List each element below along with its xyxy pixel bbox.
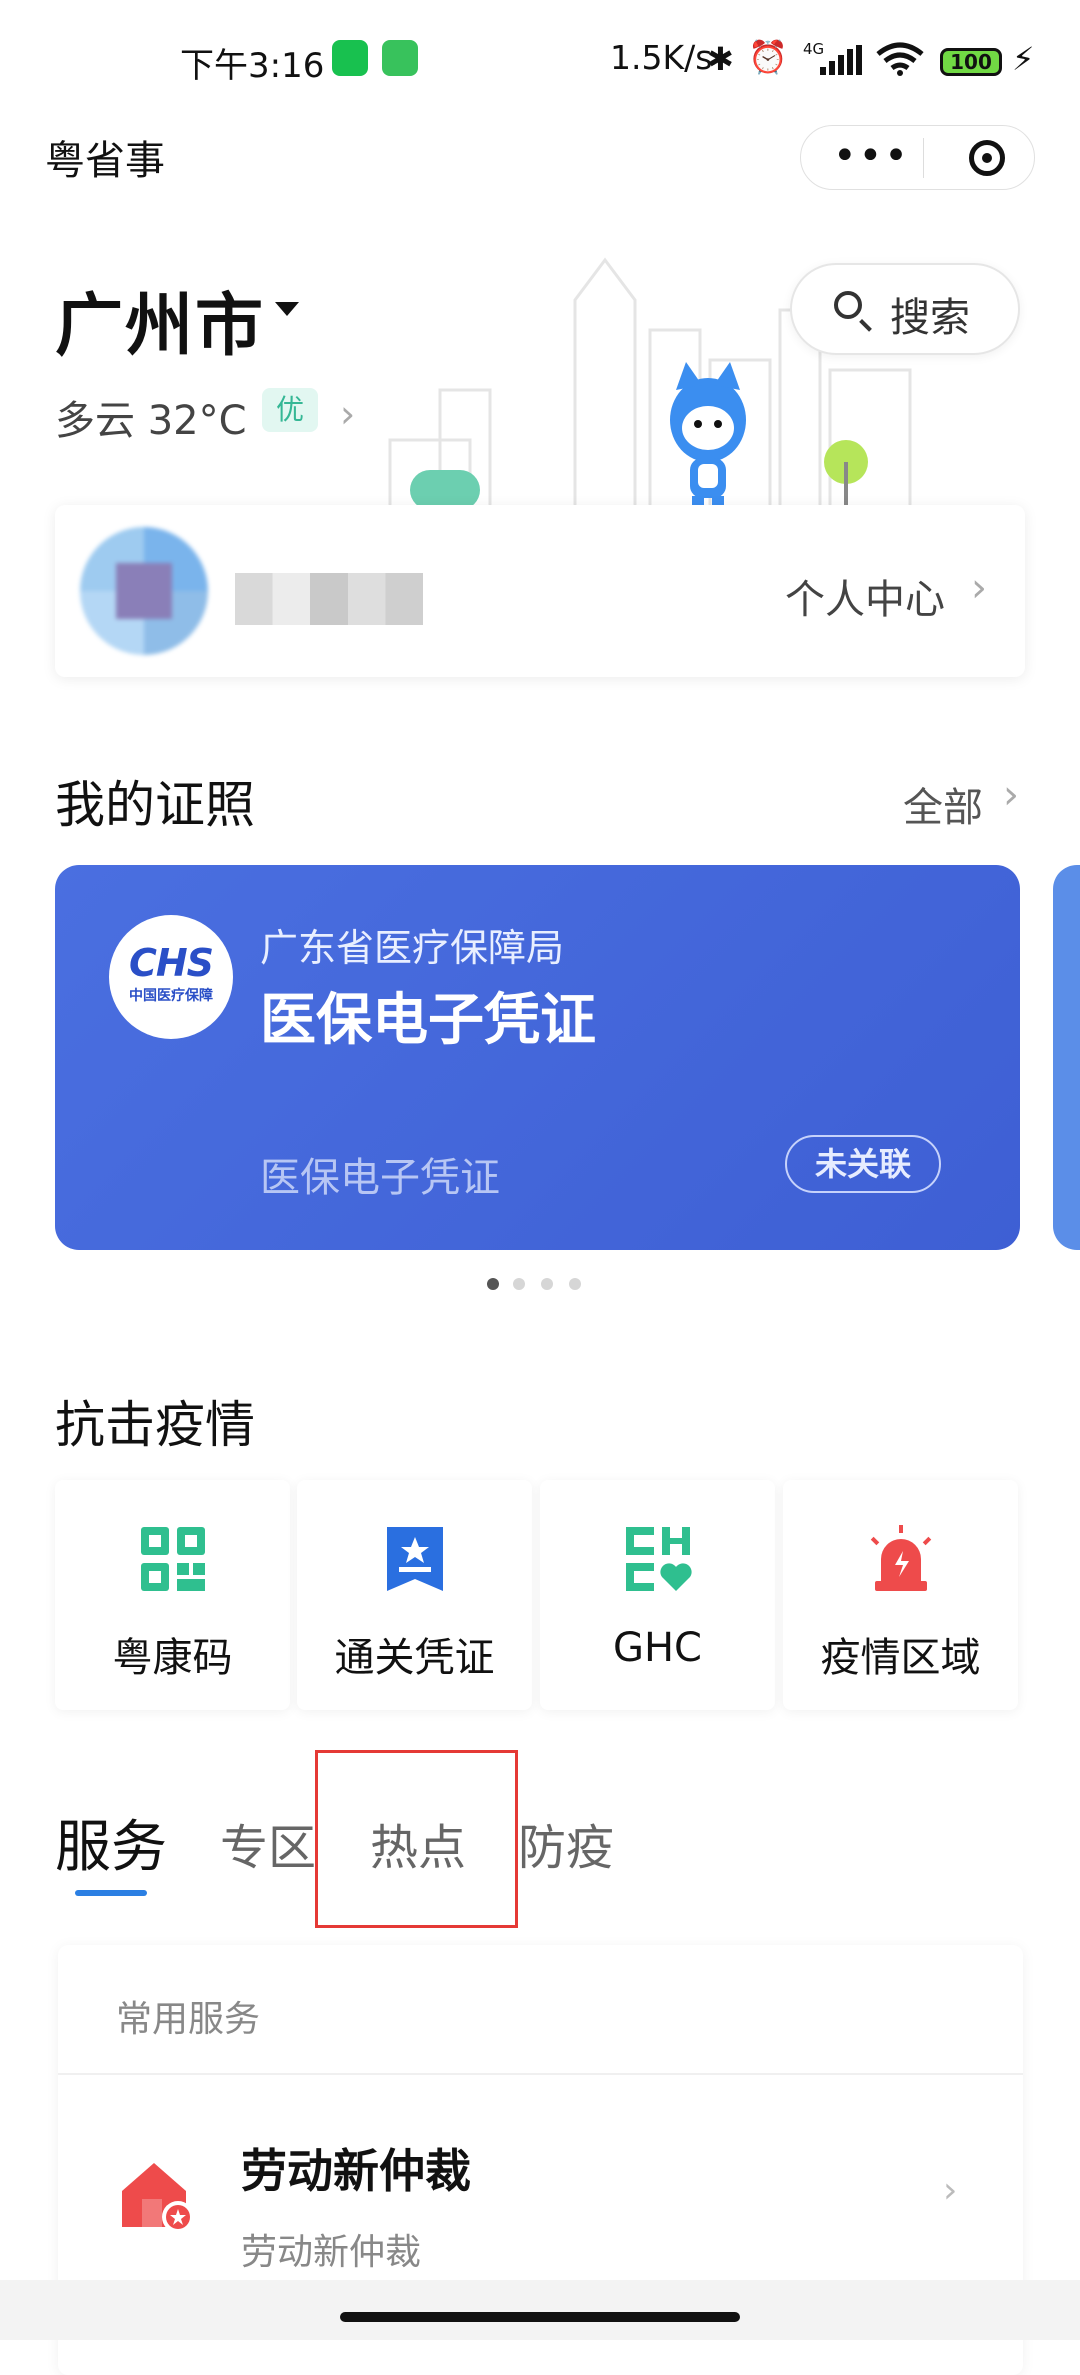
capsule-divider (923, 138, 924, 178)
card-issuer: 广东省医疗保障局 (260, 926, 565, 970)
chevron-right-icon[interactable]: › (1003, 772, 1019, 818)
chs-logo-subtext: 中国医疗保障 (129, 988, 213, 1004)
personal-center-link[interactable]: 个人中心 (785, 567, 945, 625)
epidemic-area-tile[interactable]: 疫情区域 (783, 1480, 1018, 1710)
search-icon (834, 291, 862, 319)
more-menu-button[interactable]: ••• (833, 130, 910, 182)
app-notification-icon (382, 40, 418, 76)
caret-down-icon[interactable] (275, 302, 299, 316)
pager-dot (541, 1278, 553, 1290)
search-button[interactable]: 搜索 (790, 263, 1020, 355)
house-badge-icon (122, 2163, 194, 2233)
close-miniapp-button[interactable] (969, 140, 1005, 176)
home-indicator[interactable] (340, 2312, 740, 2322)
chevron-right-icon[interactable]: › (340, 392, 355, 436)
chevron-right-icon[interactable]: › (971, 565, 987, 611)
tile-label: 通关凭证 (334, 1635, 495, 1681)
medical-insurance-card[interactable]: CHS 中国医疗保障 广东省医疗保障局 医保电子凭证 医保电子凭证 未关联 (55, 865, 1020, 1250)
highlight-box (315, 1750, 518, 1928)
service-title[interactable]: 劳动新仲裁 (241, 2135, 471, 2201)
tab-zones[interactable]: 专区 (220, 1808, 316, 1878)
profile-card[interactable]: 个人中心 › (55, 505, 1025, 677)
epidemic-title: 抗击疫情 (55, 1396, 255, 1454)
card-footer-label: 医保电子凭证 (260, 1155, 500, 1201)
miniapp-capsule: ••• (800, 125, 1035, 190)
qr-code-icon (141, 1527, 205, 1591)
search-label: 搜索 (890, 295, 970, 341)
air-quality-badge: 优 (262, 388, 318, 432)
avatar[interactable] (80, 527, 208, 655)
pager-dot (569, 1278, 581, 1290)
ghc-tile[interactable]: GHC (540, 1480, 775, 1710)
chs-logo-text: CHS (128, 941, 214, 985)
chevron-right-icon[interactable]: › (943, 2170, 957, 2211)
user-name-redacted (235, 573, 423, 625)
view-all-certificates-link[interactable]: 全部 (903, 775, 983, 833)
service-subtitle: 劳动新仲裁 (241, 2232, 422, 2273)
certificates-title: 我的证照 (55, 776, 255, 834)
common-services-heading: 常用服务 (116, 1999, 261, 2040)
pass-ticket-icon (387, 1527, 443, 1591)
pager-dot (513, 1278, 525, 1290)
status-time: 下午3:16 (180, 46, 325, 86)
bottom-navigation-area (0, 2280, 1080, 2340)
miniapp-title: 粤省事 (45, 138, 165, 184)
alarm-icon: ⏰ (748, 38, 788, 76)
wifi-icon (876, 42, 924, 76)
tile-label: 粤康码 (112, 1635, 233, 1681)
weather-summary[interactable]: 多云 32°C (55, 388, 247, 446)
network-speed: 1.5K/s (610, 38, 713, 77)
bluetooth-icon: ✱ (707, 40, 734, 78)
chs-logo: CHS 中国医疗保障 (109, 915, 233, 1039)
pager-dot (487, 1278, 499, 1290)
alarm-light-icon (870, 1525, 932, 1591)
card-name: 医保电子凭证 (260, 988, 596, 1053)
tile-label: 疫情区域 (820, 1635, 981, 1681)
divider (58, 2073, 1023, 2075)
active-tab-indicator (75, 1890, 147, 1896)
ghc-heart-icon (626, 1527, 692, 1591)
tile-label: GHC (612, 1625, 702, 1671)
status-bar: 下午3:16 1.5K/s ✱ ⏰ 4G 100 ⚡ (0, 0, 1080, 122)
tab-prevention[interactable]: 防疫 (518, 1808, 614, 1878)
battery-indicator: 100 (940, 48, 1002, 76)
charging-icon: ⚡ (1012, 40, 1035, 78)
city-selector[interactable]: 广州市 (55, 270, 265, 369)
wechat-notification-icon (332, 40, 368, 76)
link-status-button[interactable]: 未关联 (785, 1135, 941, 1193)
customs-pass-tile[interactable]: 通关凭证 (297, 1480, 532, 1710)
next-card-peek[interactable] (1053, 865, 1080, 1250)
cell-signal-icon (820, 45, 862, 75)
tab-services[interactable]: 服务 (55, 1802, 167, 1883)
yuekang-code-tile[interactable]: 粤康码 (55, 1480, 290, 1710)
